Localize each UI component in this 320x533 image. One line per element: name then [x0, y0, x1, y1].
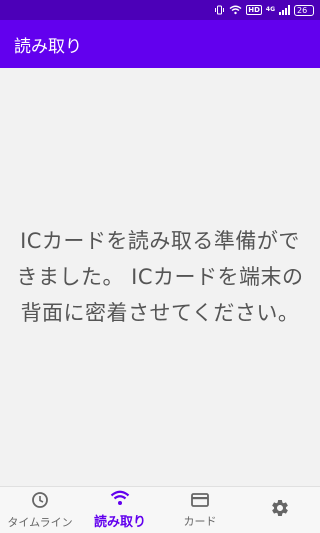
network-type-label: 4G: [265, 6, 275, 13]
app-bar: 読み取り: [0, 20, 320, 68]
wifi-icon: [110, 490, 130, 510]
nav-label-read: 読み取り: [93, 515, 146, 530]
clock-icon: [31, 491, 49, 513]
nav-item-card[interactable]: カード: [160, 487, 240, 533]
battery-indicator: 26: [294, 4, 314, 16]
nav-label-card: カード: [183, 514, 217, 528]
wifi-icon: [229, 5, 242, 15]
status-bar: HD 4G 26: [0, 0, 320, 20]
nav-item-read[interactable]: 読み取り: [80, 487, 160, 533]
signal-icon: [279, 5, 290, 15]
card-icon: [191, 492, 209, 512]
nav-label-timeline: タイムライン: [7, 515, 73, 529]
hd-badge: HD: [246, 5, 262, 15]
nav-item-settings[interactable]: [240, 487, 320, 533]
nfc-ready-message: ICカードを読み取る準備ができました。 ICカードを端末の背面に密着させてくださ…: [16, 229, 304, 325]
main-content: ICカードを読み取る準備ができました。 ICカードを端末の背面に密着させてくださ…: [0, 68, 320, 486]
page-title: 読み取り: [14, 36, 82, 57]
nav-item-timeline[interactable]: タイムライン: [0, 487, 80, 533]
gear-icon: [270, 498, 290, 522]
vibrate-icon: [214, 5, 225, 15]
bottom-navigation: タイムライン 読み取り カード: [0, 486, 320, 533]
